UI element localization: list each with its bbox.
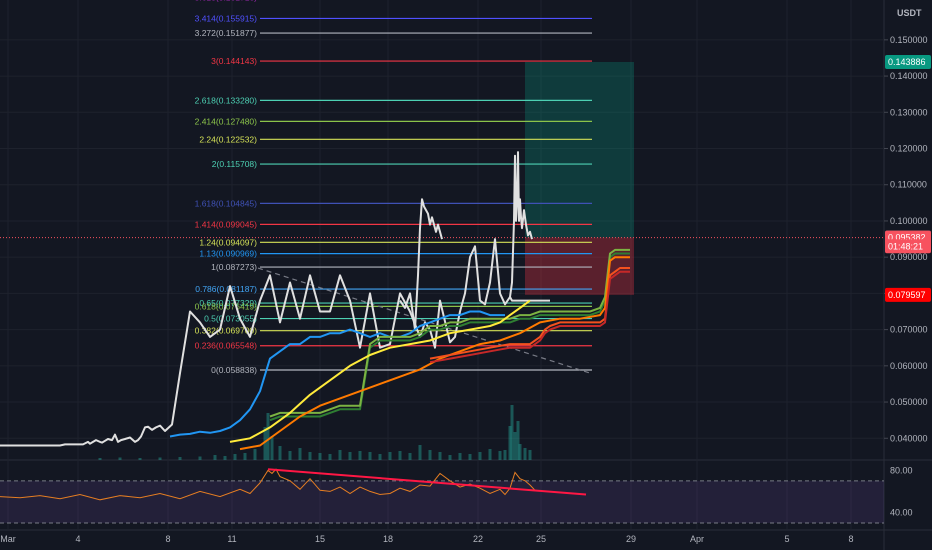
volume-bar — [468, 454, 472, 460]
y-tick-label: 0.120000 — [890, 144, 928, 154]
rsi-band — [0, 480, 884, 523]
fib-label: 3(0.144143) — [211, 56, 257, 66]
volume-bar — [198, 456, 202, 460]
x-tick-label: 18 — [383, 534, 393, 544]
fib-label: 1.24(0.094097) — [199, 237, 257, 247]
y-tick-label: 0.100000 — [890, 216, 928, 226]
volume-bar — [503, 450, 507, 460]
y-tick-label: 0.130000 — [890, 107, 928, 117]
y-tick-label: 0.110000 — [890, 180, 927, 190]
fib-label: 2.24(0.122532) — [199, 134, 257, 144]
x-tick-label: 8 — [165, 534, 170, 544]
volume-bar — [308, 452, 312, 460]
volume-bar — [253, 449, 257, 460]
fib-label: 1.13(0.090969) — [199, 249, 257, 259]
volume-bar — [378, 454, 382, 460]
volume-bar — [98, 458, 102, 460]
chart-background — [0, 0, 932, 550]
fib-label: 1(0.087273) — [211, 262, 257, 272]
volume-bar — [266, 413, 270, 460]
volume-bar — [138, 458, 142, 460]
volume-bar — [318, 453, 322, 460]
volume-bar — [448, 455, 452, 460]
x-tick-label: 4 — [75, 534, 80, 544]
volume-bar — [518, 444, 522, 460]
fib-label: 3.414(0.155915) — [195, 13, 258, 23]
x-tick-label: 25 — [536, 534, 546, 544]
stop-zone — [525, 237, 634, 295]
rsi-tick-label: 40.00 — [890, 507, 913, 517]
volume-bar — [348, 452, 352, 460]
volume-bar — [298, 448, 302, 460]
volume-bar — [358, 451, 362, 460]
volume-bar — [338, 450, 342, 460]
y-tick-label: 0.050000 — [890, 397, 928, 407]
fib-label: 1.618(0.104845) — [195, 198, 258, 208]
volume-bar — [498, 451, 502, 460]
x-tick-label: 5 — [784, 534, 789, 544]
volume-bar — [328, 454, 332, 460]
fib-label: 1.414(0.099045) — [195, 219, 258, 229]
volume-bar — [233, 454, 237, 460]
fib-label: 0.236(0.065548) — [195, 341, 258, 351]
x-tick-label: Mar — [0, 534, 16, 544]
price-chart[interactable]: 3.618(0.161716) 3.414(0.155915) 3.272(0.15… — [0, 0, 932, 550]
y-tick-label: 0.150000 — [890, 35, 928, 45]
fib-label: 0.786(0.081187) — [195, 284, 257, 294]
volume-bar — [158, 457, 162, 460]
rsi-tick-label: 80.00 — [890, 465, 913, 475]
x-tick-label: 29 — [626, 534, 636, 544]
y-tick-label: 0.060000 — [890, 361, 928, 371]
target-zone — [525, 61, 634, 238]
volume-bar — [388, 452, 392, 460]
volume-bar — [418, 445, 422, 460]
fib-label: 2.618(0.133280) — [195, 95, 258, 105]
fib-label: 0(0.058838) — [211, 365, 257, 375]
volume-bar — [288, 451, 292, 460]
volume-bar — [408, 453, 412, 460]
volume-bar — [523, 448, 527, 460]
x-tick-label: Apr — [690, 534, 704, 544]
volume-bar — [243, 453, 247, 460]
fib-label: 3.618(0.161716) — [195, 0, 258, 2]
fib-label: 0.5(0.073055) — [204, 314, 257, 324]
y-tick-label: 0.140000 — [890, 71, 928, 81]
volume-bar — [223, 456, 227, 460]
x-tick-label: 15 — [315, 534, 325, 544]
volume-bar — [478, 452, 482, 460]
volume-bar — [368, 452, 372, 460]
x-tick-label: 22 — [473, 534, 483, 544]
volume-bar — [428, 450, 432, 460]
volume-bar — [178, 457, 182, 460]
y-tick-label: 0.040000 — [890, 433, 928, 443]
price-badge-label: 0.079597 — [888, 290, 926, 300]
currency-label: USDT — [897, 8, 922, 18]
volume-bar — [510, 405, 514, 460]
volume-bar — [118, 457, 122, 460]
volume-bar — [270, 436, 274, 460]
x-tick-label: 11 — [227, 534, 236, 544]
volume-bar — [398, 451, 402, 460]
price-badge-label: 0.143886 — [888, 57, 926, 67]
volume-bar — [528, 450, 532, 460]
volume-bar — [213, 455, 217, 460]
fib-label: 2(0.115708) — [212, 159, 257, 169]
price-badge-label: 01:48:21 — [888, 241, 923, 251]
volume-bar — [438, 452, 442, 460]
fib-label: 3.272(0.151877) — [195, 28, 258, 38]
volume-bar — [458, 453, 462, 460]
fib-label: 2.414(0.127480) — [195, 116, 258, 126]
volume-bar — [278, 446, 282, 460]
volume-bar — [488, 449, 492, 460]
volume-bar — [513, 432, 517, 460]
y-tick-label: 0.070000 — [890, 325, 928, 335]
y-tick-label: 0.090000 — [890, 252, 928, 262]
x-tick-label: 8 — [848, 534, 853, 544]
